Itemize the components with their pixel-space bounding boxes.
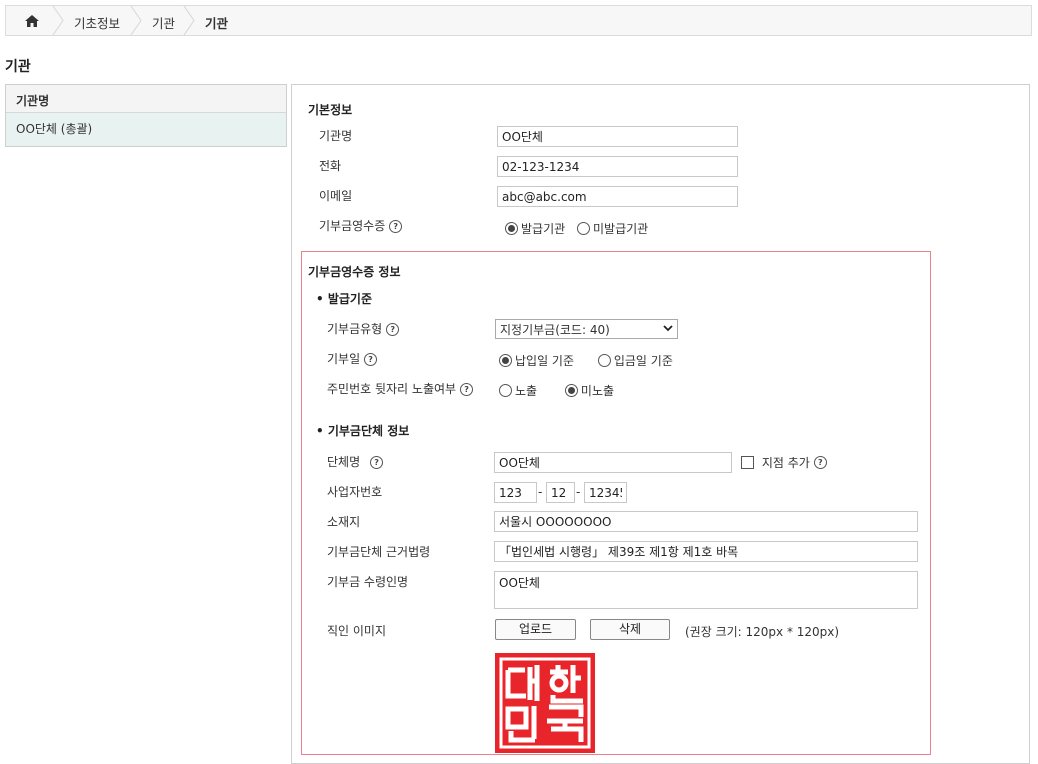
radio-deposit-date-label[interactable]: 입금일 기준 [614, 354, 673, 368]
chevron-down-icon [663, 325, 673, 332]
basic-info-title: 기본정보 [308, 103, 353, 117]
breadcrumb: 기초정보 기관 기관 [5, 5, 1032, 36]
email-label: 이메일 [319, 189, 353, 203]
help-icon[interactable]: ? [389, 220, 403, 233]
recipient-name-label: 기부금 수령인명 [327, 575, 409, 589]
law-basis-input[interactable] [494, 541, 918, 562]
org-list-header: 기관명 [6, 85, 286, 113]
radio-no-expose-label[interactable]: 미노출 [581, 384, 614, 398]
help-icon[interactable]: ? [460, 383, 474, 396]
donation-type-select[interactable]: 지정기부금(코드: 40) [495, 319, 678, 339]
help-icon[interactable]: ? [813, 456, 827, 469]
biz-no-part1-input[interactable] [494, 482, 537, 503]
branch-add-label[interactable]: 지점 추가 [762, 456, 810, 470]
biz-no-part3-input[interactable] [584, 482, 627, 503]
upload-button[interactable]: 업로드 [495, 619, 576, 640]
donation-type-label: 기부금유형? [327, 320, 400, 337]
issue-criteria-title: • 발급기준 [316, 292, 373, 306]
receipt-info-section: 기부금영수증 정보 • 발급기준 기부금유형? 지정기부금(코드: 40) 기부… [301, 251, 931, 755]
phone-label: 전화 [319, 159, 342, 173]
help-icon[interactable]: ? [364, 353, 378, 366]
seal-image-label: 직인 이미지 [327, 624, 387, 638]
help-icon[interactable]: ? [386, 323, 400, 336]
biz-no-label: 사업자번호 [327, 485, 383, 499]
breadcrumb-item-current: 기관 [205, 16, 229, 31]
delete-button[interactable]: 삭제 [590, 619, 670, 640]
radio-no-expose[interactable] [564, 384, 578, 397]
org-list-panel: 기관명 OO단체 (총괄) [5, 84, 287, 147]
org-detail-panel: 기본정보 기관명 전화 이메일 기부금영수증? 발급기관 미발급기관 기부금영수… [291, 84, 1030, 764]
receipt-issue-label-text: 기부금영수증 [319, 219, 386, 233]
org-name-input[interactable] [497, 126, 738, 147]
radio-payment-date[interactable] [499, 354, 512, 367]
help-icon[interactable]: ? [370, 456, 384, 469]
donation-type-label-text: 기부금유형 [327, 322, 383, 336]
seal-image [495, 653, 595, 753]
law-basis-label: 기부금단체 근거법령 [327, 545, 431, 559]
breadcrumb-separator-icon [130, 6, 142, 35]
address-label: 소재지 [327, 515, 361, 529]
size-note: (권장 크기: 120px * 120px) [685, 625, 840, 639]
breadcrumb-item-basic-info[interactable]: 기초정보 [74, 13, 120, 32]
radio-non-issuing-org-label[interactable]: 미발급기관 [593, 222, 648, 236]
branch-add-group: 지점 추가? [741, 454, 827, 471]
breadcrumb-separator-icon [183, 6, 195, 35]
donation-org-name-input[interactable] [494, 452, 732, 473]
donation-org-title: • 기부금단체 정보 [316, 424, 410, 438]
rrn-exposure-label: 주민번호 뒷자리 노출여부? [327, 380, 474, 397]
email-input[interactable] [497, 186, 738, 207]
donation-date-radio-group: 납입일 기준 입금일 기준 [499, 352, 681, 369]
org-name-label: 단체명? [327, 453, 384, 470]
address-input[interactable] [494, 511, 918, 532]
phone-input[interactable] [497, 156, 738, 177]
org-name-label-text: 단체명 [327, 455, 361, 469]
radio-payment-date-label[interactable]: 납입일 기준 [515, 354, 574, 368]
home-icon[interactable] [20, 12, 44, 30]
donation-date-label-text: 기부일 [327, 352, 361, 366]
radio-issuing-org-label[interactable]: 발급기관 [521, 222, 565, 236]
radio-deposit-date[interactable] [597, 354, 611, 367]
biz-no-part2-input[interactable] [546, 482, 575, 503]
breadcrumb-item-org[interactable]: 기관 [152, 13, 175, 32]
radio-expose[interactable] [499, 384, 512, 397]
receipt-info-title: 기부금영수증 정보 [308, 265, 401, 279]
org-name-label: 기관명 [319, 129, 353, 143]
recipient-name-textarea[interactable]: OO단체 [494, 571, 918, 609]
breadcrumb-separator-icon [52, 6, 64, 35]
radio-expose-label[interactable]: 노출 [515, 384, 537, 398]
radio-non-issuing-org[interactable] [577, 222, 590, 235]
donation-date-label: 기부일? [327, 350, 378, 367]
biz-no-separator: - [538, 485, 543, 499]
page-title: 기관 [5, 59, 31, 75]
receipt-issue-label: 기부금영수증? [319, 217, 403, 234]
donation-type-select-value: 지정기부금(코드: 40) [500, 323, 610, 337]
receipt-issue-radio-group: 발급기관 미발급기관 [505, 220, 656, 237]
branch-add-checkbox[interactable] [741, 456, 754, 469]
radio-issuing-org[interactable] [505, 222, 518, 235]
rrn-exposure-label-text: 주민번호 뒷자리 노출여부 [327, 382, 457, 396]
org-list-row[interactable]: OO단체 (총괄) [6, 113, 286, 146]
rrn-exposure-radio-group: 노출 미노출 [499, 382, 622, 399]
biz-no-separator: - [576, 485, 581, 499]
